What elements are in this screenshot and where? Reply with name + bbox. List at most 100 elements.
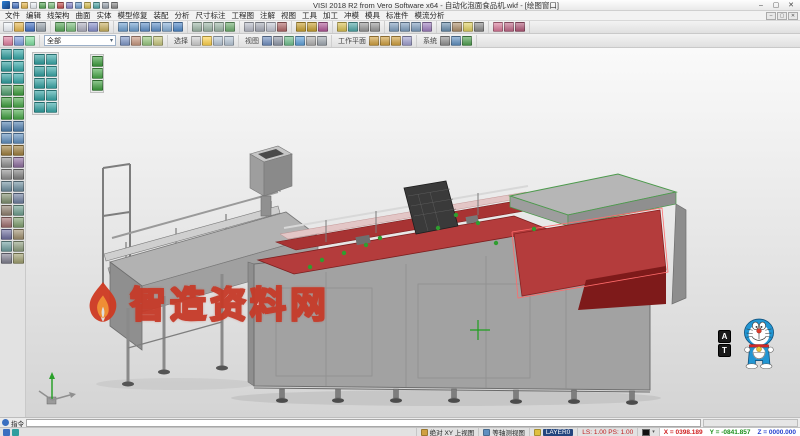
section-tool-icon[interactable] [1,229,12,240]
select-chain-icon[interactable] [202,36,212,46]
menu-item-5[interactable]: 模型修复 [115,11,151,21]
select-curve-icon[interactable] [14,36,24,46]
background-icon[interactable] [474,22,484,32]
zoom-fit-view-icon[interactable] [34,78,45,89]
menu-item-11[interactable]: 视图 [278,11,299,21]
qa-open-icon[interactable] [21,2,28,9]
filter-wireframe-icon[interactable] [142,36,152,46]
light-icon[interactable] [463,22,473,32]
zoom-window-icon[interactable] [140,22,150,32]
filter-solids-icon[interactable] [120,36,130,46]
view-iso-icon[interactable] [225,22,235,32]
hopper[interactable] [250,146,292,216]
menu-item-10[interactable]: 注解 [257,11,278,21]
menu-item-7[interactable]: 分析 [172,11,193,21]
qa-copy-icon[interactable] [66,2,73,9]
select-all-icon[interactable] [191,36,201,46]
menu-item-2[interactable]: 线架构 [44,11,73,21]
layers-icon[interactable] [337,22,347,32]
system-settings-icon[interactable] [440,36,450,46]
zoom-in-view-icon[interactable] [34,66,45,77]
qa-new-icon[interactable] [30,2,37,9]
copy-icon[interactable] [88,22,98,32]
zoom-in-icon[interactable] [118,22,128,32]
analysis-icon[interactable] [318,22,328,32]
menu-item-14[interactable]: 冲模 [341,11,362,21]
mdi-minimize-button[interactable]: – [766,12,776,20]
command-input[interactable] [26,419,701,427]
select-invert-icon[interactable] [224,36,234,46]
view-side-icon[interactable] [214,22,224,32]
menu-item-12[interactable]: 工具 [299,11,320,21]
orbit-view-icon[interactable] [34,54,45,65]
boolean-tool-icon[interactable] [13,157,24,168]
pattern-tool-icon[interactable] [13,181,24,192]
right-unit[interactable] [510,174,686,310]
qa-settings-icon[interactable] [111,2,118,9]
selection-icon[interactable] [493,22,503,32]
menu-item-15[interactable]: 模具 [362,11,383,21]
simplify-tool-icon[interactable] [13,217,24,228]
pan-view-icon[interactable] [46,54,57,65]
view-top-icon[interactable] [203,22,213,32]
zoom-fit-icon[interactable] [151,22,161,32]
selection-filter-combo[interactable]: 全部▾ [44,35,116,46]
project-tool-icon[interactable] [13,193,24,204]
zoom-window-view-icon[interactable] [46,78,57,89]
undo-icon[interactable] [55,22,65,32]
open-file-icon[interactable] [14,22,24,32]
view-zoom-all-icon[interactable] [295,36,305,46]
chamfer-tool-icon[interactable] [13,145,24,156]
draft-tool-icon[interactable] [13,229,24,240]
view-previous-icon[interactable] [306,36,316,46]
cut-icon[interactable] [77,22,87,32]
view-orientation-widget[interactable]: A T [718,330,731,357]
workplane-xy-icon[interactable] [369,36,379,46]
menu-item-3[interactable]: 曲面 [73,11,94,21]
qa-undo-icon[interactable] [39,2,46,9]
menu-item-1[interactable]: 编辑 [23,11,44,21]
select-box-icon[interactable] [213,36,223,46]
boolean-icon[interactable] [422,22,432,32]
new-file-icon[interactable] [3,22,13,32]
split-tool-icon[interactable] [1,205,12,216]
view-shaded-icon[interactable] [262,36,272,46]
zoom-out-icon[interactable] [129,22,139,32]
wrap-tool-icon[interactable] [13,241,24,252]
filter-icon[interactable] [504,22,514,32]
menu-item-4[interactable]: 实体 [94,11,115,21]
solid-tool-icon[interactable] [1,97,12,108]
select-face-icon[interactable] [25,36,35,46]
view-rotate-icon[interactable] [284,36,294,46]
wireframe-mode-icon[interactable] [255,22,265,32]
workplane-xz-icon[interactable] [380,36,390,46]
shell-tool-icon[interactable] [1,157,12,168]
qa-print-icon[interactable] [102,2,109,9]
hidden-line-icon[interactable] [266,22,276,32]
workplane-custom-icon[interactable] [402,36,412,46]
arc-tool-icon[interactable] [13,61,24,72]
solid-cylinder-icon[interactable] [400,22,410,32]
viewport-canvas[interactable]: 智造资料网 A T [26,48,800,417]
maximize-button[interactable]: ▢ [769,1,783,10]
mdi-close-button[interactable]: ✕ [788,12,798,20]
extrude-tool-icon[interactable] [1,121,12,132]
qa-layers-icon[interactable] [84,2,91,9]
view-indicator[interactable]: 等轴测视图 [478,428,529,436]
scale-indicator[interactable]: LS: 1.00 PS: 1.00 [577,428,637,436]
mdi-restore-button[interactable]: ▢ [777,12,787,20]
workplane-icon[interactable] [348,22,358,32]
menu-item-8[interactable]: 尺寸标注 [193,11,229,21]
redo-icon[interactable] [66,22,76,32]
text-tool-icon[interactable] [1,85,12,96]
stitch-tool-icon[interactable] [13,205,24,216]
menu-item-0[interactable]: 文件 [2,11,23,21]
system-info-icon[interactable] [451,36,461,46]
qa-zoom-icon[interactable] [75,2,82,9]
material-icon[interactable] [452,22,462,32]
fillet-tool-icon[interactable] [1,145,12,156]
circle-tool-icon[interactable] [1,73,12,84]
layer-indicator[interactable]: LAYER0 [529,428,577,436]
grid-status-icon[interactable] [12,429,19,436]
front-view-icon[interactable] [34,102,45,113]
